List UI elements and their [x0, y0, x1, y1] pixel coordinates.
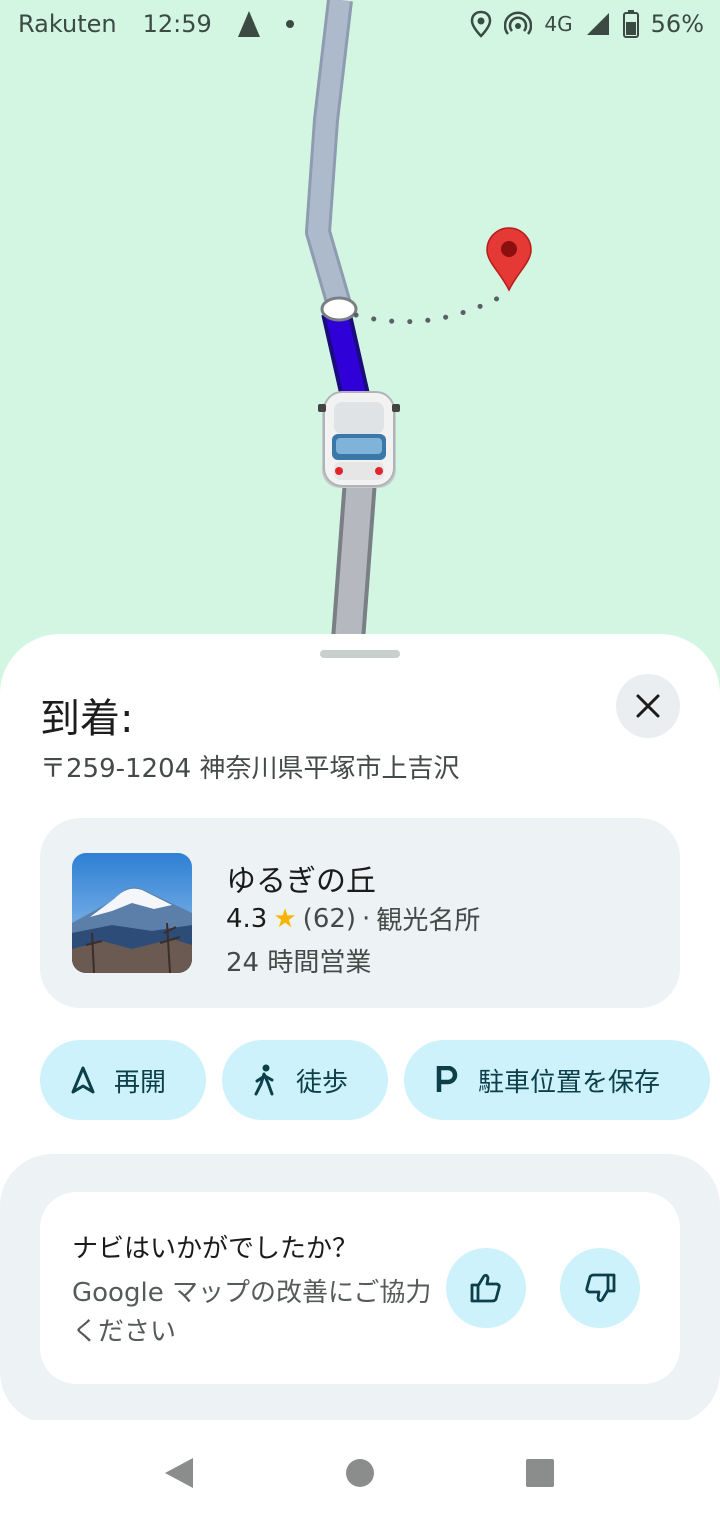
meta-separator: · — [362, 903, 371, 934]
feedback-description: Google マップの改善にご協力ください — [72, 1278, 432, 1347]
mount-fuji-photo — [72, 853, 192, 973]
arrival-address: 〒259-1204 神奈川県平塚市上吉沢 — [40, 754, 460, 784]
save-parking-button[interactable]: 駐車位置を保存 — [404, 1040, 710, 1120]
map-view[interactable] — [0, 0, 720, 700]
notification-dot-icon — [285, 20, 294, 28]
resume-label: 再開 — [114, 1067, 167, 1098]
place-rating: 4.3 — [226, 903, 268, 934]
arrival-sheet: 到着: 〒259-1204 神奈川県平塚市上吉沢 ゆるぎの丘 4.3 ★ (62… — [0, 634, 720, 1520]
place-hours: 24 時間営業 — [226, 948, 372, 978]
feedback-card: ナビはいかがでしたか？ Google マップの改善にご協力ください — [40, 1192, 680, 1384]
place-name: ゆるぎの丘 — [226, 864, 376, 899]
thumbs-down-button[interactable] — [560, 1248, 640, 1328]
walking-label: 徒歩 — [296, 1067, 349, 1098]
arrival-title: 到着: — [40, 696, 134, 742]
navigation-icon — [237, 11, 260, 37]
sheet-drag-handle[interactable] — [320, 650, 400, 658]
parking-icon — [432, 1065, 462, 1095]
place-rating-row: 4.3 ★ (62) · 観光名所 — [226, 900, 480, 937]
close-icon — [636, 694, 660, 718]
back-button[interactable] — [162, 1456, 196, 1490]
place-card[interactable]: ゆるぎの丘 4.3 ★ (62) · 観光名所 24 時間営業 — [40, 818, 680, 1008]
clock: 12:59 — [142, 10, 212, 38]
location-icon — [470, 10, 492, 38]
walking-button[interactable]: 徒歩 — [222, 1040, 388, 1120]
hotspot-icon — [504, 11, 533, 37]
route-end-marker — [320, 296, 358, 322]
star-icon: ★ — [273, 903, 297, 934]
status-bar: Rakuten 12:59 4G 56% — [0, 0, 720, 52]
home-icon — [346, 1459, 374, 1487]
navigation-arrow-icon — [68, 1065, 98, 1095]
thumbs-down-icon — [585, 1273, 616, 1303]
walking-icon — [250, 1064, 280, 1096]
recents-icon — [526, 1459, 554, 1487]
place-review-count: (62) — [302, 903, 357, 934]
carrier-label: Rakuten — [18, 10, 117, 38]
car-icon — [318, 391, 400, 488]
close-button[interactable] — [616, 674, 680, 738]
recents-button[interactable] — [523, 1456, 557, 1490]
network-type: 4G — [544, 12, 573, 36]
feedback-section: ナビはいかがでしたか？ Google マップの改善にご協力ください — [0, 1154, 720, 1424]
battery-icon — [622, 10, 639, 38]
back-icon — [165, 1458, 193, 1488]
battery-percent: 56% — [650, 10, 704, 38]
place-category: 観光名所 — [376, 906, 481, 936]
system-nav-bar — [0, 1420, 720, 1520]
thumbs-up-button[interactable] — [446, 1248, 526, 1328]
resume-button[interactable]: 再開 — [40, 1040, 206, 1120]
save-parking-label: 駐車位置を保存 — [478, 1067, 661, 1098]
thumbs-up-icon — [470, 1273, 501, 1303]
home-button[interactable] — [343, 1456, 377, 1490]
signal-icon — [585, 11, 611, 37]
feedback-question: ナビはいかがでしたか？ — [72, 1234, 359, 1264]
